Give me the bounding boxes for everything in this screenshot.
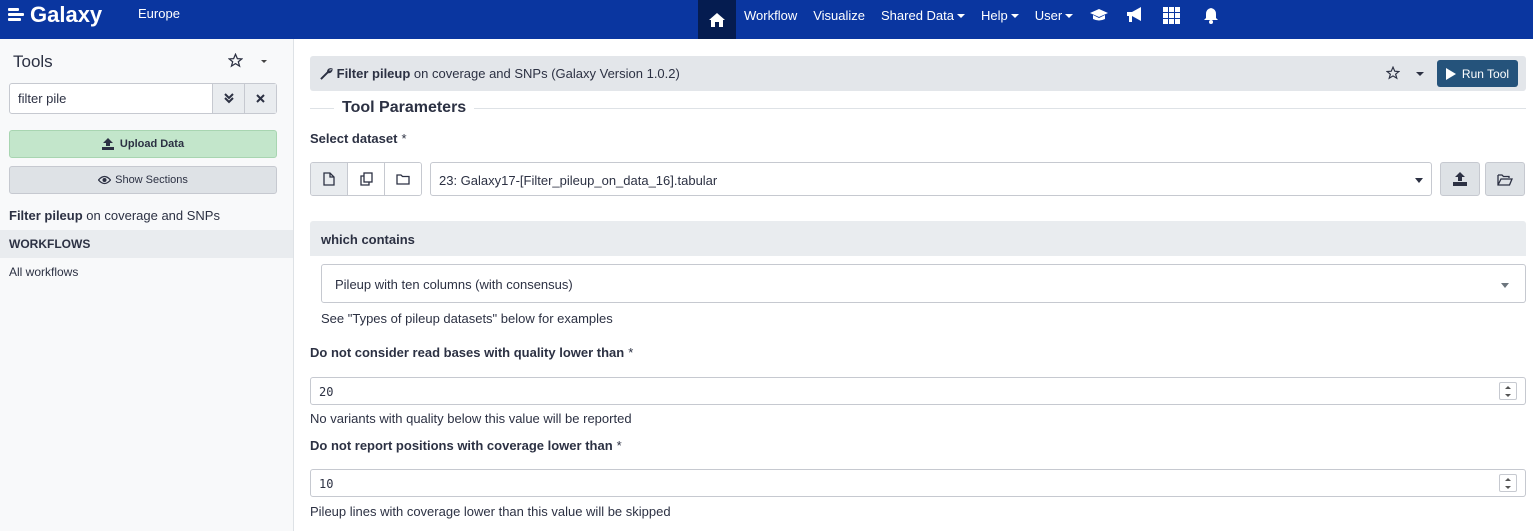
bullhorn-icon[interactable] (1117, 6, 1153, 24)
graduation-cap-icon[interactable] (1081, 7, 1117, 23)
pileup-type-help: See "Types of pileup datasets" below for… (321, 311, 613, 326)
folder-icon (396, 174, 410, 185)
coverage-help: Pileup lines with coverage lower than th… (310, 504, 671, 519)
number-spinner[interactable] (1499, 382, 1517, 400)
select-dataset-label: Select dataset * (310, 131, 407, 146)
brand-link[interactable]: Galaxy (8, 0, 102, 30)
pileup-type-value: Pileup with ten columns (with consensus) (335, 277, 573, 292)
nav-workflow[interactable]: Workflow (736, 8, 805, 23)
chevron-down-icon (1065, 13, 1074, 18)
upload-dataset-button[interactable] (1440, 162, 1480, 196)
dataset-select-value: 23: Galaxy17-[Filter_pileup_on_data_16].… (439, 173, 718, 188)
masthead: Galaxy Europe Workflow Visualize Shared … (0, 0, 1533, 39)
chevron-down-icon (1415, 178, 1423, 183)
tool-result-filter-pileup[interactable]: Filter pileup on coverage and SNPs (9, 208, 220, 223)
coverage-label: Do not report positions with coverage lo… (310, 438, 622, 453)
quality-value: 20 (319, 385, 334, 399)
show-sections-label: Show Sections (115, 174, 188, 186)
nav-user[interactable]: User (1027, 8, 1081, 23)
dataset-collection-button[interactable] (385, 163, 421, 195)
bell-icon[interactable] (1193, 7, 1229, 24)
workflows-heading: WORKFLOWS (0, 230, 293, 258)
upload-icon (1453, 172, 1467, 186)
pileup-type-select[interactable]: Pileup with ten columns (with consensus) (321, 264, 1526, 303)
tool-result-desc: on coverage and SNPs (82, 208, 220, 223)
main-nav: Workflow Visualize Shared Data Help User (698, 0, 1229, 39)
conditional-section: which contains Pileup with ten columns (… (310, 221, 1526, 331)
tool-panel-title: Tools (13, 52, 53, 71)
brand-region: Europe (138, 6, 180, 21)
tool-search (9, 83, 277, 114)
dataset-select[interactable]: 23: Galaxy17-[Filter_pileup_on_data_16].… (430, 162, 1432, 196)
upload-data-button[interactable]: Upload Data (9, 130, 277, 158)
chevron-down-icon (1010, 13, 1019, 18)
file-icon (323, 172, 335, 186)
quality-label: Do not consider read bases with quality … (310, 345, 634, 360)
single-dataset-button[interactable] (311, 163, 348, 195)
coverage-input[interactable]: 10 (310, 469, 1526, 497)
play-icon (1445, 67, 1456, 80)
coverage-value: 10 (319, 477, 334, 491)
divider (310, 108, 1526, 109)
chevron-down-icon[interactable] (261, 60, 267, 63)
nav-visualize[interactable]: Visualize (805, 8, 873, 23)
folder-open-icon (1497, 173, 1513, 186)
run-tool-button[interactable]: Run Tool (1437, 60, 1518, 87)
grid-apps-icon[interactable] (1153, 6, 1189, 24)
home-icon[interactable] (698, 0, 736, 39)
advanced-search-button[interactable] (212, 84, 244, 113)
favorite-star-icon[interactable] (1385, 65, 1401, 83)
tool-desc: on coverage and SNPs (Galaxy Version 1.0… (410, 66, 680, 81)
nav-shared-data[interactable]: Shared Data (873, 8, 973, 23)
all-workflows-link[interactable]: All workflows (9, 265, 78, 279)
eye-icon (98, 175, 112, 185)
upload-data-label: Upload Data (119, 138, 185, 150)
quality-help: No variants with quality below this valu… (310, 411, 632, 426)
dataset-mode-toggle (310, 162, 422, 196)
tool-search-input[interactable] (10, 84, 212, 113)
multiple-datasets-button[interactable] (348, 163, 385, 195)
tool-options-caret-icon[interactable] (1416, 72, 1424, 76)
upload-icon (101, 138, 114, 150)
clear-search-button[interactable] (244, 84, 276, 113)
run-tool-label: Run Tool (1461, 66, 1510, 81)
chevron-down-icon (957, 13, 966, 18)
galaxy-logo-icon (8, 7, 24, 23)
quality-input[interactable]: 20 (310, 377, 1526, 405)
brand-name: Galaxy (30, 2, 103, 27)
star-icon[interactable] (227, 52, 244, 71)
number-spinner[interactable] (1499, 474, 1517, 492)
browse-datasets-button[interactable] (1485, 162, 1525, 196)
nav-help[interactable]: Help (973, 8, 1027, 23)
tool-panel: Tools Upload Data Show Sections Filter p… (0, 39, 294, 531)
chevron-down-icon (1501, 283, 1509, 288)
wrench-icon (320, 68, 333, 80)
tool-header: Filter pileup on coverage and SNPs (Gala… (310, 56, 1526, 91)
show-sections-button[interactable]: Show Sections (9, 166, 277, 194)
which-contains-heading: which contains (310, 221, 1526, 256)
tool-parameters-title: Tool Parameters (334, 99, 475, 117)
tool-result-name: Filter pileup (9, 208, 83, 223)
tool-name: Filter pileup (336, 66, 411, 81)
copy-icon (359, 172, 373, 186)
tool-title: Filter pileup on coverage and SNPs (Gala… (320, 66, 680, 81)
